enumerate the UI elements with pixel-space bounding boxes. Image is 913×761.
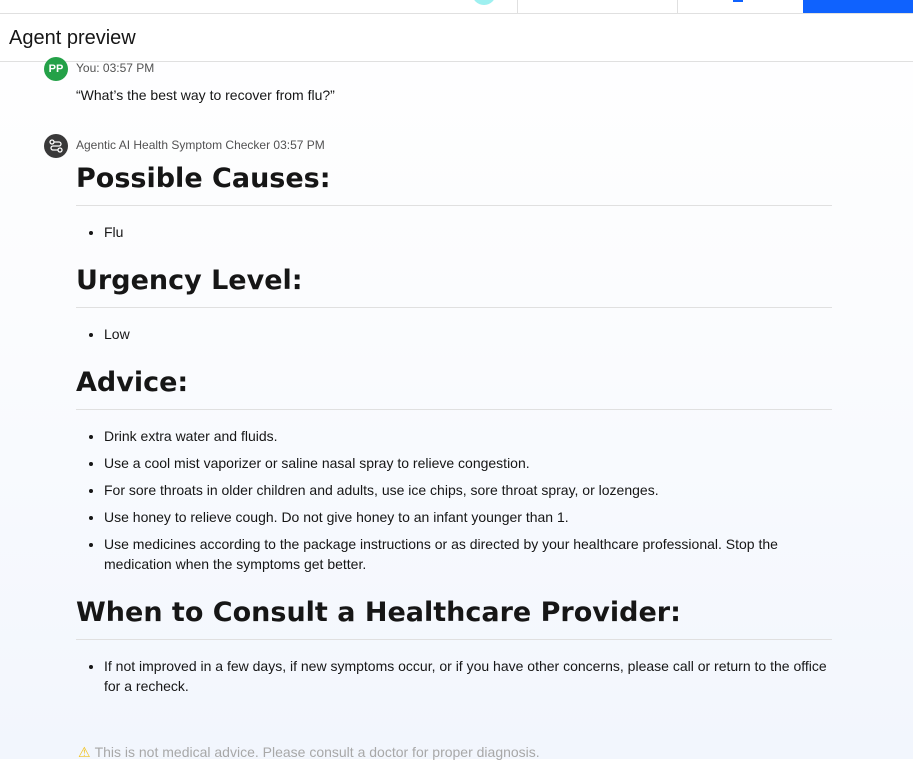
status-indicator <box>472 0 496 5</box>
agent-avatar <box>44 134 68 158</box>
list-item: Low <box>104 324 832 344</box>
user-message: “What’s the best way to recover from flu… <box>76 87 335 103</box>
section-list: Drink extra water and fluids. Use a cool… <box>76 426 832 574</box>
user-message-meta: You: 03:57 PM <box>76 61 155 75</box>
list-item: For sore throats in older children and a… <box>104 480 832 500</box>
agent-flow-icon <box>49 139 63 153</box>
warning-icon: ⚠ <box>78 744 91 760</box>
section-heading: Possible Causes: <box>76 162 832 206</box>
list-item: Use a cool mist vaporizer or saline nasa… <box>104 453 832 473</box>
agent-response: Possible Causes: Flu Urgency Level: Low … <box>76 162 832 718</box>
list-item: Use honey to relieve cough. Do not give … <box>104 507 832 527</box>
disclaimer: ⚠ This is not medical advice. Please cons… <box>78 744 540 761</box>
list-item: Flu <box>104 222 832 242</box>
list-item: Use medicines according to the package i… <box>104 534 832 574</box>
toolbar-primary-button[interactable] <box>803 0 913 13</box>
section-heading: Advice: <box>76 366 832 410</box>
section-list: If not improved in a few days, if new sy… <box>76 656 832 696</box>
section-list: Low <box>76 324 832 344</box>
user-avatar: PP <box>44 57 68 81</box>
toolbar-divider <box>517 0 518 13</box>
toolbar-link-button[interactable] <box>733 0 743 2</box>
section-list: Flu <box>76 222 832 242</box>
section-heading: Urgency Level: <box>76 264 832 308</box>
top-toolbar <box>0 0 913 14</box>
preview-header: Agent preview <box>0 14 913 62</box>
toolbar-divider <box>677 0 678 13</box>
list-item: Drink extra water and fluids. <box>104 426 832 446</box>
list-item: If not improved in a few days, if new sy… <box>104 656 832 696</box>
section-heading: When to Consult a Healthcare Provider: <box>76 596 832 640</box>
agent-message-meta: Agentic AI Health Symptom Checker 03:57 … <box>76 138 325 152</box>
disclaimer-text: This is not medical advice. Please consu… <box>94 744 540 760</box>
page-title: Agent preview <box>9 27 136 49</box>
